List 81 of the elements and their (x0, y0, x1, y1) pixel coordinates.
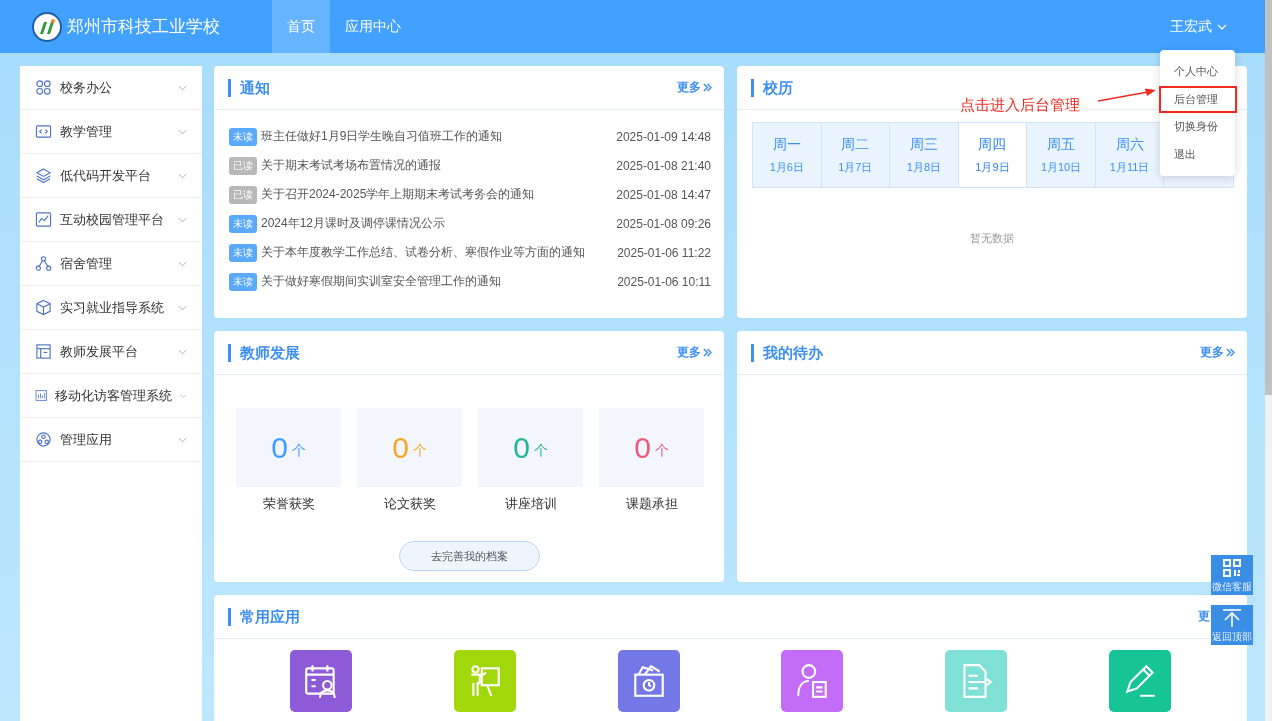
status-badge: 未读 (229, 243, 257, 262)
chevron-down-icon (178, 84, 187, 91)
app-tile[interactable] (289, 650, 352, 712)
double-chevron-right-icon (703, 83, 712, 92)
notice-title: 关于期末考试考场布置情况的通报 (261, 157, 441, 174)
sidebar-item[interactable]: 实习就业指导系统 (20, 286, 202, 330)
notice-title: 关于本年度教学工作总结、试卷分析、寒假作业等方面的通知 (261, 244, 585, 261)
app-tile[interactable] (1109, 650, 1172, 712)
notice-row[interactable]: 未读 关于本年度教学工作总结、试卷分析、寒假作业等方面的通知 2025-01-06 11:22 (229, 238, 711, 267)
card-title: 常用应用 (228, 607, 300, 626)
sidebar-item[interactable]: 教师发展平台 (20, 330, 202, 374)
notice-title: 关于做好寒假期间实训室安全管理工作的通知 (261, 273, 501, 290)
sidebar-item[interactable]: 移动化访客管理系统 (20, 374, 202, 418)
notice-title: 关于召开2024-2025学年上期期末考试考务会的通知 (261, 186, 535, 203)
card-title: 通知 (228, 78, 270, 97)
sidebar-item[interactable]: 管理应用 (20, 418, 202, 462)
chevron-down-icon (178, 304, 187, 311)
status-badge: 已读 (229, 185, 257, 204)
menu-item[interactable]: 后台管理 (1159, 85, 1237, 113)
app-tile[interactable] (781, 650, 844, 712)
notice-row[interactable]: 未读 班主任做好1月9日学生晚自习值班工作的通知 2025-01-09 14:48 (229, 122, 711, 151)
status-badge: 未读 (229, 214, 257, 233)
chart-window-icon (35, 211, 52, 228)
grid-icon (35, 79, 52, 96)
notice-time: 2025-01-06 11:22 (617, 245, 711, 260)
double-chevron-right-icon (703, 348, 712, 357)
annotation-arrow (1098, 88, 1158, 104)
cube-icon (35, 299, 52, 316)
board-icon (35, 343, 52, 360)
notice-title: 2024年12月课时及调停课情况公示 (261, 215, 446, 232)
chevron-down-icon (178, 436, 187, 443)
chevron-down-icon (178, 128, 187, 135)
notice-row[interactable]: 未读 2024年12月课时及调停课情况公示 2025-01-08 09:26 (229, 209, 711, 238)
status-badge: 未读 (229, 272, 257, 291)
people-icon (35, 431, 52, 448)
card-title: 校历 (751, 78, 793, 97)
notice-row[interactable]: 已读 关于召开2024-2025学年上期期末考试考务会的通知 2025-01-08 14:47 (229, 180, 711, 209)
app-tile[interactable] (453, 650, 516, 712)
notice-time: 2025-01-08 09:26 (616, 216, 711, 231)
double-chevron-right-icon (1226, 348, 1235, 357)
school-logo (32, 11, 62, 42)
empty-message: 暂无数据 (969, 231, 1015, 246)
chevron-down-icon (178, 348, 187, 355)
annotation-text: 点击进入后台管理 (960, 96, 1080, 115)
stat-label: 讲座培训 (504, 495, 557, 513)
sidebar-item[interactable]: 宿舍管理 (20, 242, 202, 286)
notice-title: 班主任做好1月9日学生晚自习值班工作的通知 (261, 128, 503, 145)
notice-row[interactable]: 已读 关于期末考试考场布置情况的通报 2025-01-08 21:40 (229, 151, 711, 180)
arrow-up-icon (1222, 608, 1242, 628)
notice-row[interactable]: 未读 关于做好寒假期间实训室安全管理工作的通知 2025-01-06 10:11 (229, 267, 711, 296)
stat-label: 课题承担 (625, 495, 678, 513)
code-window-icon (35, 123, 52, 140)
chevron-down-icon (178, 260, 187, 267)
layers-icon (35, 167, 52, 184)
bar-chart-icon (35, 387, 48, 404)
sidebar-item[interactable]: 校务办公 (20, 66, 202, 110)
chevron-down-icon (178, 216, 187, 223)
chevron-down-icon (1217, 23, 1227, 30)
notice-time: 2025-01-06 10:11 (617, 274, 711, 289)
network-icon (35, 255, 52, 272)
status-badge: 未读 (229, 127, 257, 146)
chevron-down-icon (178, 172, 187, 179)
chevron-down-icon (180, 392, 187, 399)
stat-label: 荣誉获奖 (262, 495, 315, 513)
app-tile[interactable] (617, 650, 680, 712)
card-title: 教师发展 (228, 343, 300, 362)
notice-time: 2025-01-08 14:47 (616, 187, 711, 202)
stat-label: 论文获奖 (383, 495, 436, 513)
sidebar-item[interactable]: 互动校园管理平台 (20, 198, 202, 242)
sidebar-item[interactable]: 教学管理 (20, 110, 202, 154)
notice-time: 2025-01-09 14:48 (616, 129, 711, 144)
school-name: 郑州市科技工业学校 (67, 16, 220, 38)
scrollbar[interactable] (1265, 0, 1272, 721)
card-title: 我的待办 (751, 343, 823, 362)
menu-item[interactable]: 个人中心 (1159, 58, 1237, 86)
complete-profile-button[interactable]: 去完善我的档案 (398, 541, 540, 571)
qr-code-icon (1222, 558, 1242, 578)
notice-time: 2025-01-08 21:40 (616, 158, 711, 173)
sidebar-item[interactable]: 低代码开发平台 (20, 154, 202, 198)
app-tile[interactable] (945, 650, 1008, 712)
status-badge: 已读 (229, 156, 257, 175)
